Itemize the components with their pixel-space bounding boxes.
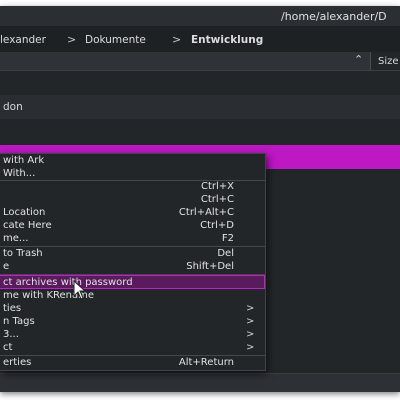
file-row[interactable]: don: [0, 95, 400, 119]
menu-item-label: Location: [3, 207, 46, 218]
menu-item-label: to Trash: [3, 248, 43, 259]
window-title: /home/alexander/D: [281, 10, 387, 23]
menu-item-assign-tags[interactable]: n Tags >: [0, 315, 265, 328]
menu-item-shortcut: Ctrl+C: [200, 194, 234, 205]
menu-item-shortcut: Del: [217, 248, 234, 259]
breadcrumb-item-home[interactable]: lexander: [0, 34, 46, 46]
menu-item-label: with Ark: [3, 155, 45, 166]
menu-item-open-with[interactable]: With...: [0, 167, 265, 180]
menu-item-label: With...: [3, 168, 36, 179]
menu-item-open-with-ark[interactable]: with Ark: [0, 154, 265, 167]
chevron-right-icon: >: [246, 303, 255, 314]
menu-item-label: ties: [3, 303, 22, 314]
menu-item-label: ct archives with password: [3, 277, 133, 288]
breadcrumb-item-entwicklung[interactable]: Entwicklung: [191, 34, 263, 46]
menu-item-shortcut: Shift+Del: [186, 261, 234, 272]
menu-item-shortcut: Ctrl+Alt+C: [178, 207, 234, 218]
menu-item-properties[interactable]: erties Alt+Return: [0, 356, 265, 369]
menu-item-duplicate-here[interactable]: cate Here Ctrl+D: [0, 219, 265, 232]
menu-item-submenu-3[interactable]: 3... >: [0, 328, 265, 341]
status-bar: [0, 373, 400, 392]
menu-item-label: cate Here: [3, 220, 52, 231]
menu-item-copy-location[interactable]: Location Ctrl+Alt+C: [0, 206, 265, 219]
menu-item-label: erties: [3, 357, 32, 368]
menu-item-shortcut: F2: [221, 233, 234, 244]
menu-item-rename[interactable]: me... F2: [0, 232, 265, 245]
menu-item-label: me...: [3, 233, 29, 244]
menu-item-cut[interactable]: Ctrl+X: [0, 180, 265, 193]
menu-item-label: ct: [3, 342, 13, 353]
column-header-name[interactable]: ⌃: [0, 52, 371, 70]
menu-item-activities[interactable]: ties >: [0, 302, 265, 315]
column-header: ⌃ Size: [0, 52, 400, 71]
chevron-right-icon: >: [246, 342, 255, 353]
chevron-right-icon: >: [172, 33, 182, 46]
menu-item-delete[interactable]: e Shift+Del: [0, 260, 265, 273]
column-header-size[interactable]: Size: [378, 56, 399, 67]
file-name: don: [3, 101, 23, 113]
menu-item-connect[interactable]: ct >: [0, 341, 265, 354]
context-menu: with Ark With... Ctrl+X Ctrl+C Location …: [0, 153, 266, 371]
mouse-pointer-icon: [73, 280, 87, 300]
menu-item-label: e: [3, 261, 10, 272]
menu-item-copy[interactable]: Ctrl+C: [0, 193, 265, 206]
title-bar[interactable]: /home/alexander/D: [0, 6, 400, 26]
chevron-right-icon: >: [246, 329, 255, 340]
breadcrumb-item-dokumente[interactable]: Dokumente: [85, 34, 146, 46]
menu-item-shortcut: Ctrl+D: [200, 220, 234, 231]
menu-item-move-to-trash[interactable]: to Trash Del: [0, 247, 265, 260]
sort-ascending-icon: ⌃: [354, 53, 364, 66]
menu-item-extract-with-password[interactable]: ct archives with password: [0, 275, 265, 289]
chevron-right-icon: >: [246, 316, 255, 327]
menu-item-shortcut: Alt+Return: [178, 357, 234, 368]
menu-item-label: n Tags: [3, 316, 35, 327]
menu-item-rename-with-krename[interactable]: me with KRename: [0, 289, 265, 302]
breadcrumb: lexander > Dokumente > Entwicklung: [0, 26, 400, 52]
menu-item-label: 3...: [3, 329, 19, 340]
chevron-right-icon: >: [67, 33, 77, 46]
menu-item-shortcut: Ctrl+X: [200, 181, 234, 192]
